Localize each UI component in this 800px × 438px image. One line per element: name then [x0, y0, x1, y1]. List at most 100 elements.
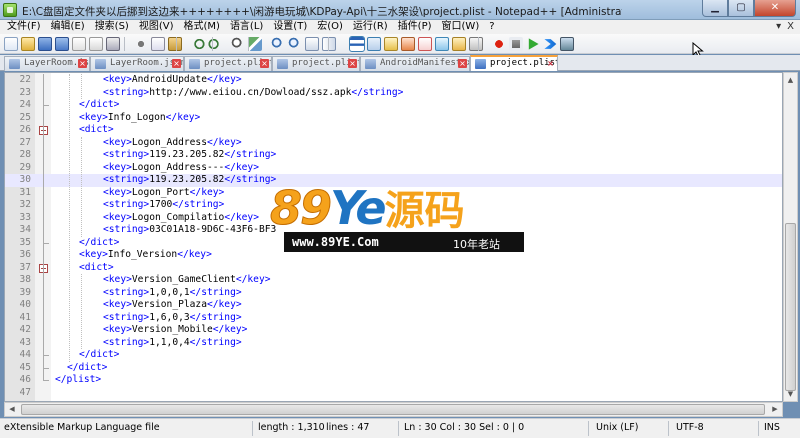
print-icon[interactable]: [106, 37, 120, 51]
tab-close-icon[interactable]: ×: [348, 59, 357, 68]
close-icon[interactable]: [72, 37, 86, 51]
menu-view[interactable]: 视图(V): [134, 20, 179, 34]
undo-icon[interactable]: [191, 37, 205, 51]
status-encoding[interactable]: UTF-8: [676, 422, 704, 433]
vertical-scroll-thumb[interactable]: [785, 223, 796, 391]
code-line[interactable]: 28 <string>119.23.205.82</string>: [5, 149, 782, 162]
replace-icon[interactable]: [248, 37, 262, 51]
code-text: <string>03C01A18-9D6C-43F6-BF3: [103, 224, 276, 237]
monitor-icon[interactable]: [469, 37, 483, 51]
tab-close-icon[interactable]: ×: [458, 59, 467, 68]
code-line[interactable]: 42 <key>Version_Mobile</key>: [5, 324, 782, 337]
tab-project-plist[interactable]: project.plist ×: [272, 56, 360, 71]
sync-horizontal-icon[interactable]: [322, 37, 336, 51]
doc-map-icon[interactable]: [418, 37, 432, 51]
code-line[interactable]: 43 <string>1,1,0,4</string>: [5, 337, 782, 350]
scroll-up-arrow-icon[interactable]: ▲: [784, 73, 797, 87]
scroll-right-arrow-icon[interactable]: ▶: [768, 403, 782, 416]
code-text: </dict>: [67, 362, 107, 375]
code-line[interactable]: 39 <string>1,0,0,1</string>: [5, 287, 782, 300]
word-wrap-icon[interactable]: [349, 36, 365, 52]
code-line[interactable]: 37 <dict>: [5, 262, 782, 275]
code-line[interactable]: 47: [5, 387, 782, 400]
menu-macro[interactable]: 宏(O): [312, 20, 348, 34]
code-line[interactable]: 45 </dict>: [5, 362, 782, 375]
status-insert-mode[interactable]: INS: [764, 422, 780, 433]
horizontal-scroll-thumb[interactable]: [21, 404, 765, 415]
code-line[interactable]: 25 <key>Info_Logon</key>: [5, 112, 782, 125]
scroll-down-arrow-icon[interactable]: ▼: [784, 387, 797, 401]
line-number: 34: [19, 224, 31, 235]
code-line[interactable]: 23 <string>http://www.eiiou.cn/Dowload/ss…: [5, 87, 782, 100]
code-line[interactable]: 22 <key>AndroidUpdate</key>: [5, 74, 782, 87]
horizontal-scrollbar[interactable]: ◀ ▶: [4, 402, 783, 417]
paste-icon[interactable]: [168, 37, 182, 51]
watermark-chinese: 源码: [384, 188, 465, 234]
scroll-left-arrow-icon[interactable]: ◀: [5, 403, 19, 416]
run-macro-multiple-icon[interactable]: [544, 39, 557, 49]
tab-project-plist[interactable]: project.plist ×: [470, 55, 558, 71]
tab-close-icon[interactable]: ×: [78, 59, 87, 68]
tab-close-icon[interactable]: ×: [260, 59, 269, 68]
menu-help[interactable]: ?: [484, 20, 499, 34]
code-line[interactable]: 38 <key>Version_GameClient</key>: [5, 274, 782, 287]
tab-list-dropdown-button[interactable]: ▾: [776, 20, 781, 34]
zoom-out-icon[interactable]: [288, 37, 302, 51]
stop-record-icon[interactable]: [509, 37, 523, 51]
new-file-icon[interactable]: [4, 37, 18, 51]
cut-icon[interactable]: [134, 37, 148, 51]
tab-layerroom-json[interactable]: LayerRoom.json×: [90, 56, 184, 71]
xml-tag: </string>: [224, 149, 277, 160]
show-all-chars-icon[interactable]: [367, 37, 381, 51]
code-line[interactable]: 29 <key>Logon_Address---</key>: [5, 162, 782, 175]
tab-project-plist[interactable]: project.plist ×: [184, 56, 272, 71]
notepadpp-app-icon[interactable]: [3, 3, 17, 17]
copy-icon[interactable]: [151, 37, 165, 51]
tab-androidmanifest-xml[interactable]: AndroidManifest.xml×: [360, 56, 470, 71]
play-macro-icon[interactable]: [528, 38, 539, 50]
code-line[interactable]: 26 <dict>: [5, 124, 782, 137]
close-all-icon[interactable]: [89, 37, 103, 51]
menu-run[interactable]: 运行(R): [348, 20, 393, 34]
maximize-button[interactable]: ▢: [728, 0, 754, 17]
tab-close-icon[interactable]: ×: [172, 59, 181, 68]
tab-layerroom-json[interactable]: LayerRoom.json×: [4, 56, 90, 71]
menu-file[interactable]: 文件(F): [2, 20, 46, 34]
record-macro-icon[interactable]: [492, 37, 506, 51]
menu-edit[interactable]: 编辑(E): [46, 20, 90, 34]
menu-search[interactable]: 搜索(S): [90, 20, 134, 34]
find-icon[interactable]: [231, 37, 245, 51]
code-line[interactable]: 41 <string>1,6,0,3</string>: [5, 312, 782, 325]
code-line[interactable]: 27 <key>Logon_Address</key>: [5, 137, 782, 150]
save-all-icon[interactable]: [55, 37, 69, 51]
menu-settings[interactable]: 设置(T): [268, 20, 312, 34]
code-line[interactable]: 40 <key>Version_Plaza</key>: [5, 299, 782, 312]
menu-format[interactable]: 格式(M): [179, 20, 225, 34]
user-lang-icon[interactable]: [401, 37, 415, 51]
minimize-button[interactable]: ▁: [702, 0, 728, 17]
xml-tag: </dict>: [79, 99, 120, 110]
open-file-icon[interactable]: [21, 37, 35, 51]
code-text: <key>Logon_Port</key>: [103, 187, 224, 200]
save-macro-icon[interactable]: [560, 37, 574, 51]
xml-tag: </dict>: [79, 236, 120, 248]
vertical-scrollbar[interactable]: ▲ ▼: [783, 72, 798, 402]
zoom-in-icon[interactable]: [271, 37, 285, 51]
code-line[interactable]: 44 </dict>: [5, 349, 782, 362]
indent-guide-icon[interactable]: [384, 37, 398, 51]
save-icon[interactable]: [38, 37, 52, 51]
folder-workspace-icon[interactable]: [452, 37, 466, 51]
status-position[interactable]: Ln : 30 Col : 30 Sel : 0 | 0: [404, 422, 524, 433]
menu-language[interactable]: 语言(L): [225, 20, 268, 34]
menu-plugins[interactable]: 插件(P): [393, 20, 437, 34]
sync-vertical-icon[interactable]: [305, 37, 319, 51]
redo-icon[interactable]: [208, 37, 222, 51]
code-line[interactable]: 24 </dict>: [5, 99, 782, 112]
menu-window[interactable]: 窗口(W): [437, 20, 485, 34]
tab-close-icon[interactable]: ×: [546, 59, 555, 68]
code-line[interactable]: 46 </plist>: [5, 374, 782, 387]
status-eol[interactable]: Unix (LF): [596, 422, 638, 433]
function-list-icon[interactable]: [435, 37, 449, 51]
close-window-button[interactable]: ✕: [754, 0, 796, 17]
close-document-button[interactable]: X: [787, 20, 794, 34]
